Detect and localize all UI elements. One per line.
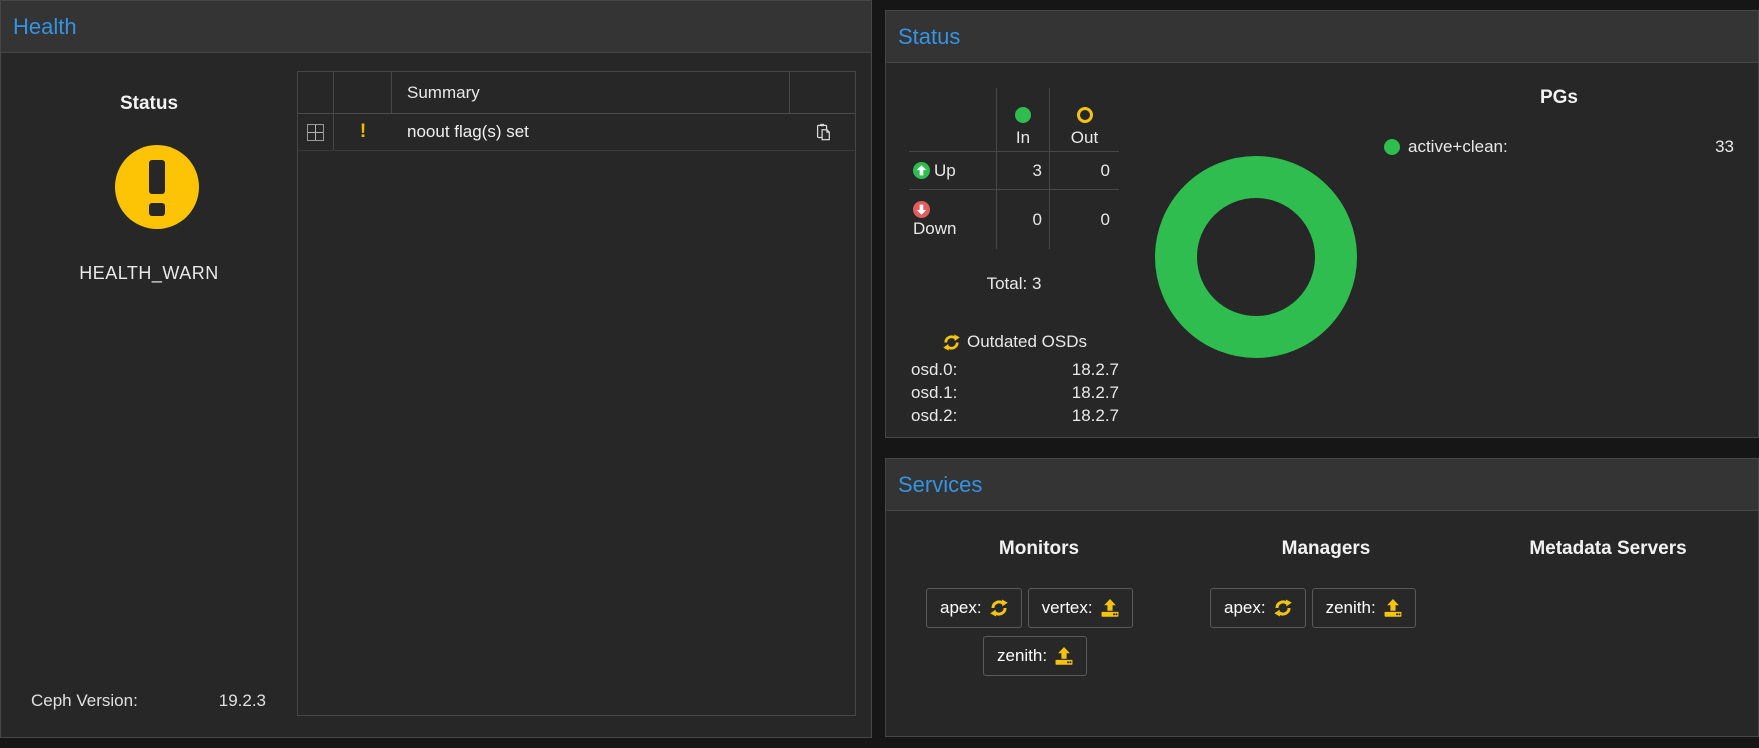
services-panel-title: Services [898,472,982,498]
manager-zenith-label: zenith: [1326,598,1376,618]
upload-icon [1101,599,1119,617]
expand-column-header [298,72,334,113]
warning-severity-icon: ! [360,121,366,143]
action-column-header [790,72,855,113]
arrow-circle-up-icon [913,162,930,179]
status-panel: Status In Out Up [885,10,1759,438]
health-panel: Health Status HEALTH_WARN Ceph Version: … [0,0,872,738]
pgs-legend-label: active+clean: [1408,137,1508,157]
osd-version: 18.2.7 [957,360,1119,380]
list-item: osd.0: 18.2.7 [909,358,1121,381]
health-warning-icon [115,145,199,229]
refresh-icon [990,599,1008,617]
health-panel-title: Health [13,14,77,40]
out-ring-icon [1077,107,1093,123]
osd-up-label: Up [934,161,956,181]
osd-down-out-value: 0 [1049,189,1119,249]
pgs-legend-row: active+clean: 33 [1384,135,1734,159]
monitors-column-title: Monitors [939,538,1139,560]
outdated-osds-heading: Outdated OSDs [967,332,1087,352]
row-action-cell [790,114,855,150]
list-item: osd.1: 18.2.7 [909,381,1121,404]
warning-summary-text: noout flag(s) set [407,122,529,142]
managers-button-row: apex: zenith: [1210,588,1416,628]
osd-out-column-header: Out [1049,88,1119,151]
ceph-version-label: Ceph Version: [31,691,138,711]
summary-column-header: Summary [392,72,790,113]
monitors-button-row-2: zenith: [983,636,1087,676]
in-dot-icon [1015,107,1031,123]
row-severity-cell: ! [334,114,392,150]
osd-in-column-header: In [996,88,1049,151]
services-panel-body: Monitors Managers Metadata Servers apex:… [886,511,1758,736]
outdated-osds-section: Outdated OSDs osd.0: 18.2.7 osd.1: 18.2.… [909,331,1121,427]
monitor-apex-label: apex: [940,598,982,618]
pgs-legend-value: 33 [1508,137,1734,157]
status-panel-body: In Out Up 3 0 [886,63,1758,437]
health-panel-header: Health [1,1,871,53]
managers-column-title: Managers [1226,538,1426,560]
services-panel-header: Services [886,459,1758,511]
copy-icon [814,123,832,141]
osd-up-in-value: 3 [996,151,1049,189]
expand-row-button[interactable] [307,124,324,141]
health-state-text: HEALTH_WARN [1,263,297,284]
active-clean-dot-icon [1384,139,1400,155]
monitor-apex-button[interactable]: apex: [926,588,1022,628]
status-panel-header: Status [886,11,1758,63]
osd-name: osd.0: [911,360,957,380]
services-panel: Services Monitors Managers Metadata Serv… [885,458,1759,737]
ceph-dashboard: Health Status HEALTH_WARN Ceph Version: … [0,0,1759,748]
status-panel-title: Status [898,24,960,50]
outdated-osds-list: osd.0: 18.2.7 osd.1: 18.2.7 osd.2: 18.2.… [909,358,1121,427]
refresh-icon [943,334,960,351]
osd-up-out-value: 0 [1049,151,1119,189]
table-row[interactable]: ! noout flag(s) set [298,114,855,151]
list-item: osd.2: 18.2.7 [909,404,1121,427]
monitor-zenith-button[interactable]: zenith: [983,636,1087,676]
osd-state-matrix: In Out Up 3 0 [909,88,1119,249]
upload-icon [1384,599,1402,617]
pgs-donut-chart [1155,156,1357,358]
health-panel-body: Status HEALTH_WARN Ceph Version: 19.2.3 … [1,53,871,737]
osd-version: 18.2.7 [957,383,1119,403]
monitor-vertex-button[interactable]: vertex: [1028,588,1133,628]
health-warnings-table: Summary ! noout flag(s) set [297,71,856,716]
outdated-osds-heading-row: Outdated OSDs [909,331,1121,353]
row-summary-cell: noout flag(s) set [392,114,790,150]
osd-matrix-corner [909,88,996,151]
arrow-circle-down-icon [913,201,930,218]
osd-version: 18.2.7 [957,406,1119,426]
osd-total-label: Total: 3 [909,274,1119,294]
osd-down-label: Down [913,219,956,239]
osd-down-in-value: 0 [996,189,1049,249]
severity-column-header [334,72,392,113]
osd-in-label: In [1016,128,1030,148]
warning-exclamation-bar [149,160,165,194]
ceph-version-value: 19.2.3 [151,691,266,711]
health-status-heading: Status [1,93,297,115]
warning-exclamation-dot [149,203,165,216]
osd-down-row-header: Down [909,189,996,249]
manager-apex-button[interactable]: apex: [1210,588,1306,628]
osd-name: osd.2: [911,406,957,426]
manager-apex-label: apex: [1224,598,1266,618]
osd-up-row-header: Up [909,151,996,189]
monitor-zenith-label: zenith: [997,646,1047,666]
pgs-heading: PGs [1479,87,1639,109]
row-expand-cell [298,114,334,150]
copy-button[interactable] [814,123,832,141]
health-warnings-table-header: Summary [298,72,855,114]
summary-header-label: Summary [407,83,480,103]
refresh-icon [1274,599,1292,617]
monitors-button-row-1: apex: vertex: [926,588,1133,628]
monitor-vertex-label: vertex: [1042,598,1093,618]
manager-zenith-button[interactable]: zenith: [1312,588,1416,628]
metadata-servers-column-title: Metadata Servers [1508,538,1708,560]
osd-out-label: Out [1071,128,1098,148]
osd-name: osd.1: [911,383,957,403]
upload-icon [1055,647,1073,665]
